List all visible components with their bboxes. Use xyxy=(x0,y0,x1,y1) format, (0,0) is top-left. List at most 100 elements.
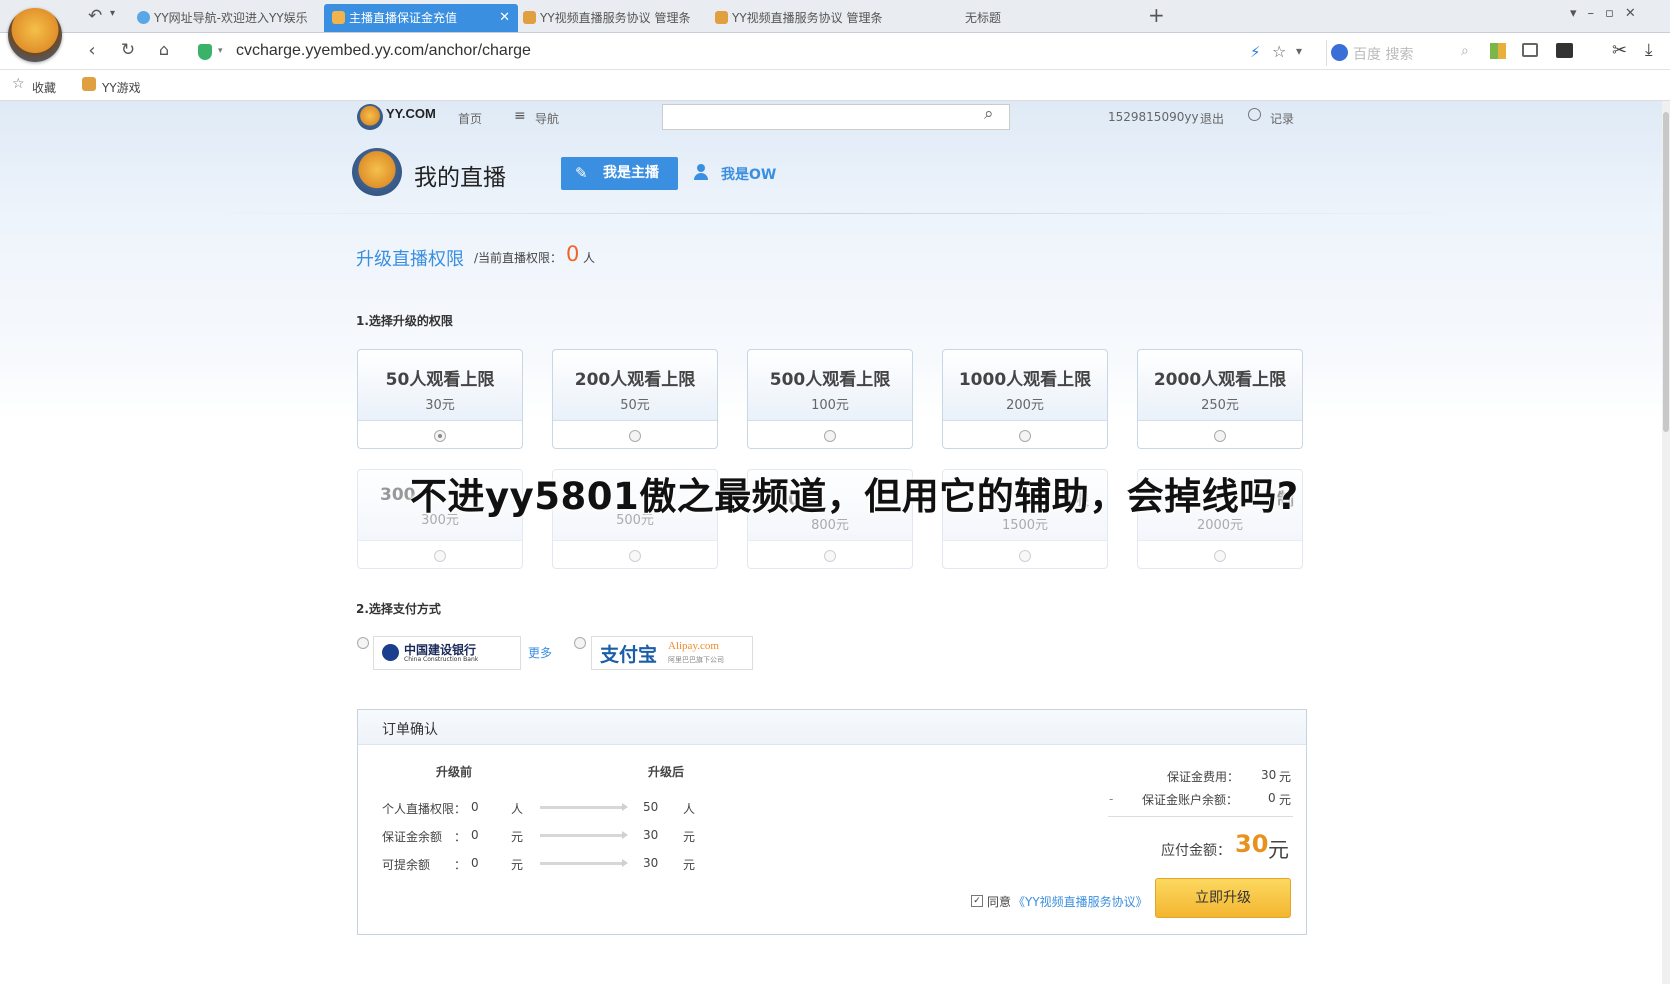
chevron-down-icon[interactable]: ▾ xyxy=(110,8,115,19)
menu-icon[interactable]: ≡ xyxy=(514,108,526,124)
plan-radio[interactable] xyxy=(629,430,641,442)
plan-radio[interactable] xyxy=(1214,430,1226,442)
logout-link[interactable]: 退出 xyxy=(1200,110,1224,127)
plan-radio[interactable] xyxy=(1214,550,1226,562)
tab-untitled[interactable]: 无标题 xyxy=(965,4,1065,32)
row-permission-unit: 人 xyxy=(511,802,524,816)
new-tab-button[interactable]: + xyxy=(1148,3,1165,27)
role-anchor-button[interactable]: ✎ 我是主播 xyxy=(561,157,678,190)
user-icon xyxy=(694,164,708,180)
account-label: 保证金账户余额： xyxy=(1142,793,1239,807)
plan-radio[interactable] xyxy=(824,430,836,442)
bookmark-bar xyxy=(0,70,1670,101)
upgrade-title: 升级直播权限 xyxy=(356,249,464,270)
plan-radio[interactable] xyxy=(434,430,446,442)
plan-card-200[interactable]: 200人观看上限 50元 xyxy=(552,349,718,449)
arrow-line xyxy=(540,831,628,839)
reload-icon[interactable]: ↻ xyxy=(116,40,140,60)
step2-label: 2.选择支付方式 xyxy=(356,602,441,616)
fee-value: 30 xyxy=(1261,768,1277,782)
sum-divider xyxy=(1108,816,1293,817)
download-icon[interactable]: ⤓ xyxy=(1645,40,1653,60)
bank-ccb-option[interactable]: 中国建设银行 China Construction Bank xyxy=(373,636,521,670)
window-controls[interactable]: ▾–▫✕ xyxy=(1570,6,1647,21)
screenshot-icon[interactable] xyxy=(1522,43,1538,57)
yy-icon xyxy=(332,11,345,24)
current-permission-value: 0 xyxy=(566,242,580,266)
nav-home[interactable]: 首页 xyxy=(458,110,482,127)
clock-icon[interactable] xyxy=(1248,108,1261,121)
arrow-line xyxy=(540,803,628,811)
fee-unit: 元 xyxy=(1279,770,1292,784)
order-panel: 订单确认 升级前 升级后 个人直播权限： 0 人 50 人 保证金余额 ： 0 … xyxy=(357,709,1307,935)
site-search-input[interactable] xyxy=(662,104,1010,130)
shield-icon[interactable] xyxy=(198,44,212,60)
history-link[interactable]: 记录 xyxy=(1270,110,1294,127)
scrollbar-thumb[interactable] xyxy=(1663,112,1669,432)
username[interactable]: 1529815090yy xyxy=(1108,110,1199,124)
chevron-down-icon[interactable]: ▾ xyxy=(1296,44,1302,58)
page-title: 我的直播 xyxy=(414,165,506,191)
yy-logo-text[interactable]: YY.COM xyxy=(386,106,436,121)
bookmark-favorites[interactable]: 收藏 xyxy=(32,79,56,96)
chevron-down-icon[interactable]: ▾ xyxy=(218,46,223,56)
home-icon[interactable]: ⌂ xyxy=(152,40,176,59)
plan-card-1000[interactable]: 1000人观看上限 200元 xyxy=(942,349,1108,449)
tab-yy-nav[interactable]: YY网址导航-欢迎进入YY娱乐 xyxy=(137,4,313,32)
tab-agreement-1[interactable]: YY视频直播服务协议 管理条 xyxy=(523,4,695,32)
plan-card-50[interactable]: 50人观看上限 30元 xyxy=(357,349,523,449)
pay-radio-ccb[interactable] xyxy=(357,637,369,649)
yy-icon xyxy=(523,11,536,24)
payable-value: 30 xyxy=(1235,830,1269,858)
upgrade-now-button[interactable]: 立即升级 xyxy=(1155,878,1291,918)
lightning-icon[interactable]: ⚡ xyxy=(1250,43,1261,61)
row-permission-unit-after: 人 xyxy=(683,802,696,816)
row-withdraw-unit: 元 xyxy=(511,858,524,872)
yy-game-icon xyxy=(82,77,96,91)
alipay-option[interactable]: 支付宝 Alipay.com 阿里巴巴旗下公司 xyxy=(591,636,753,670)
close-icon[interactable]: ✕ xyxy=(499,4,510,32)
apps-icon[interactable] xyxy=(1490,43,1506,59)
payable-label: 应付金额： xyxy=(1161,843,1231,859)
order-header xyxy=(358,710,1306,745)
tab-agreement-2[interactable]: YY视频直播服务协议 管理条 xyxy=(715,4,887,32)
search-icon[interactable]: ⌕ xyxy=(984,104,994,124)
plan-radio[interactable] xyxy=(1019,430,1031,442)
scissors-icon[interactable]: ✂ xyxy=(1612,40,1627,61)
plan-radio[interactable] xyxy=(1019,550,1031,562)
role-ow-link[interactable]: 我是OW xyxy=(721,164,776,184)
video-icon[interactable] xyxy=(1556,43,1573,58)
row-withdraw-label: 可提余额 ： xyxy=(382,858,467,872)
agree-label: 同意 xyxy=(987,895,1012,909)
yy-logo-icon[interactable] xyxy=(357,104,383,130)
plan-radio[interactable] xyxy=(629,550,641,562)
tab-anchor-charge[interactable]: 主播直播保证金充值 ✕ xyxy=(324,4,518,32)
more-banks-link[interactable]: 更多 xyxy=(528,644,552,661)
account-unit: 元 xyxy=(1279,793,1292,807)
plan-card-500[interactable]: 500人观看上限 100元 xyxy=(747,349,913,449)
plan-card-2000[interactable]: 2000人观看上限 250元 xyxy=(1137,349,1303,449)
after-heading: 升级后 xyxy=(648,765,685,779)
search-box[interactable]: 百度 搜索 ⌕ xyxy=(1326,40,1469,66)
browser-logo-icon[interactable] xyxy=(8,8,62,62)
search-icon[interactable]: ⌕ xyxy=(1461,43,1469,59)
bookmark-yy-games[interactable]: YY游戏 xyxy=(102,79,141,96)
back-icon[interactable]: ‹ xyxy=(80,40,104,61)
agree-checkbox[interactable]: ✓ xyxy=(971,895,983,907)
account-value: 0 xyxy=(1268,791,1276,805)
agreement-link[interactable]: 《YY视频直播服务协议》 xyxy=(1013,893,1148,910)
row-deposit-after: 30 xyxy=(643,828,659,842)
current-permission-unit: 人 xyxy=(583,251,596,265)
row-withdraw-after: 30 xyxy=(643,856,659,870)
nav-guide[interactable]: 导航 xyxy=(535,110,559,127)
undo-icon[interactable]: ↶ xyxy=(88,6,102,26)
row-withdraw-unit-after: 元 xyxy=(683,858,696,872)
pay-radio-alipay[interactable] xyxy=(574,637,586,649)
plan-radio[interactable] xyxy=(434,550,446,562)
row-permission-label: 个人直播权限： xyxy=(382,802,467,816)
plan-radio[interactable] xyxy=(824,550,836,562)
url-field[interactable]: cvcharge.yyembed.yy.com/anchor/charge xyxy=(236,42,531,60)
order-title: 订单确认 xyxy=(382,722,438,738)
fee-label: 保证金费用： xyxy=(1167,770,1240,784)
star-icon[interactable]: ☆ xyxy=(1272,42,1286,61)
